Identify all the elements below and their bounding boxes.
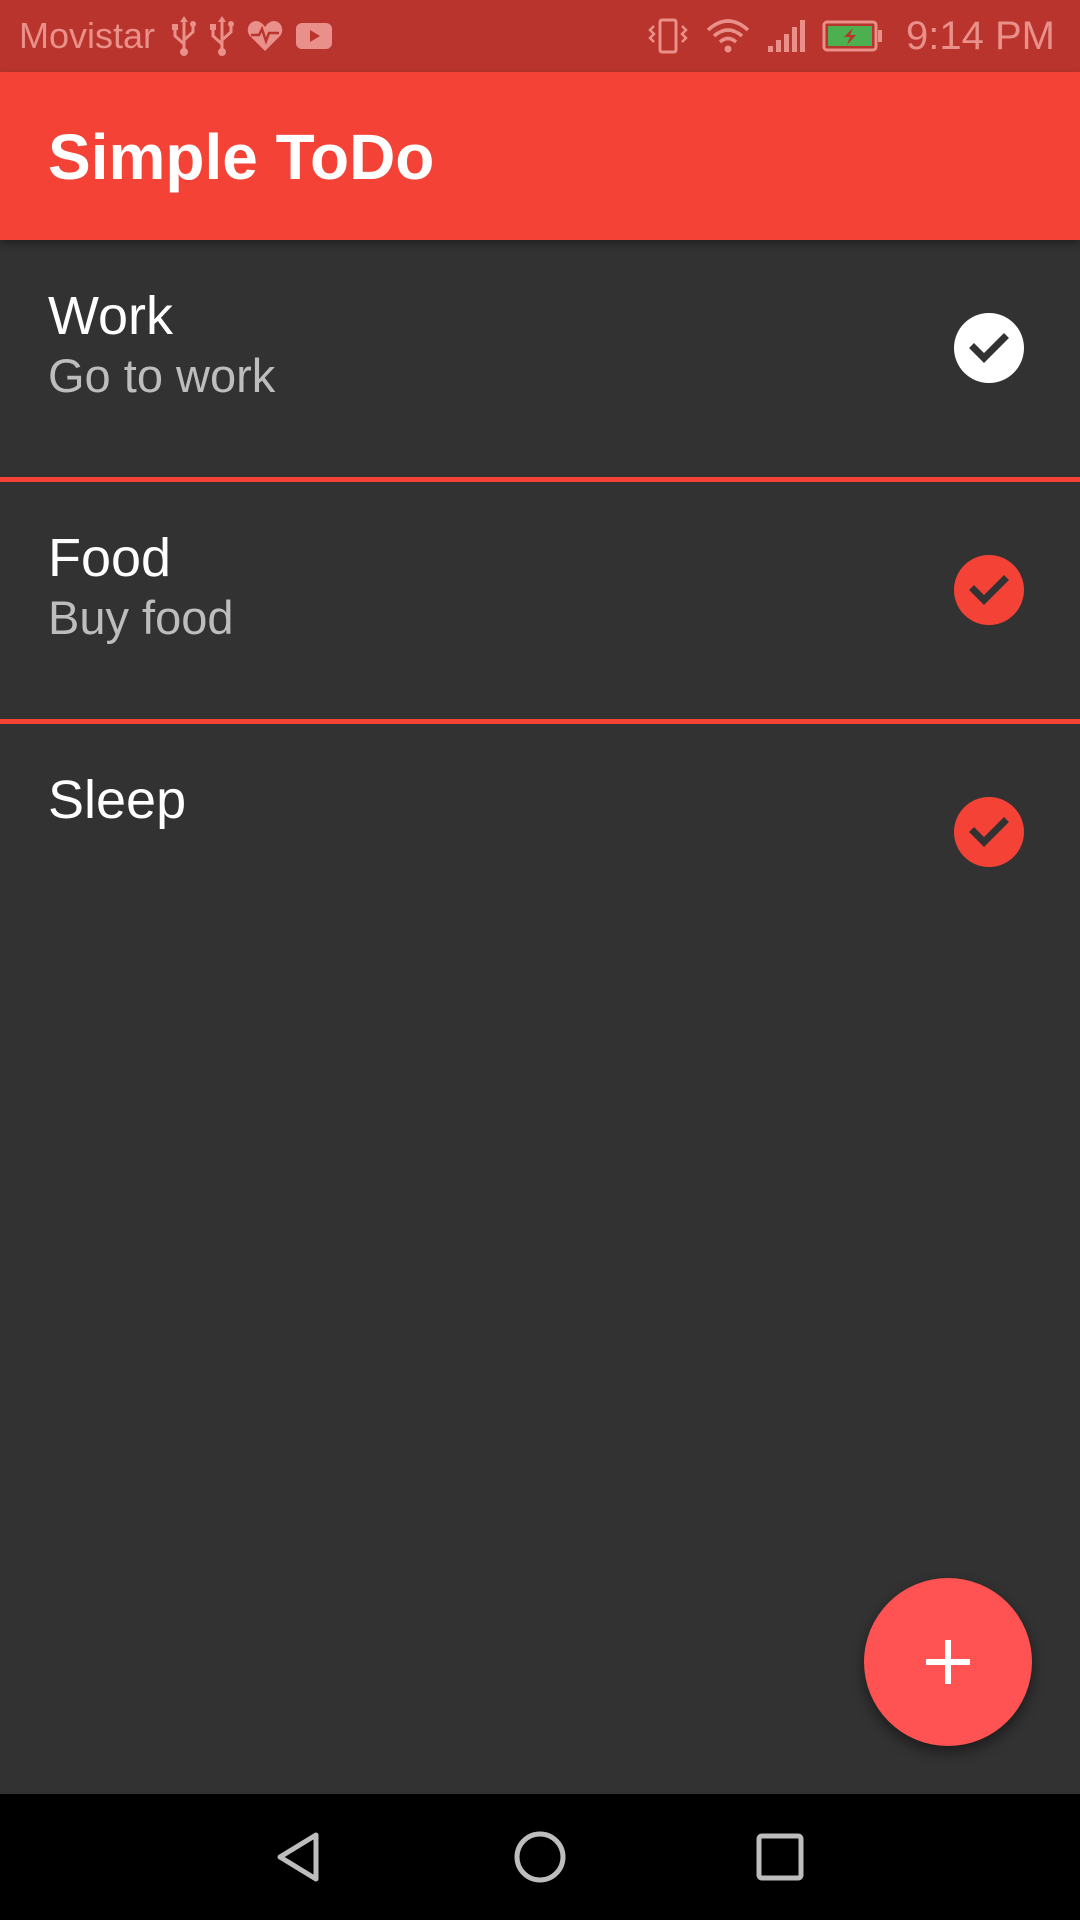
home-icon — [514, 1831, 566, 1883]
check-button[interactable] — [954, 313, 1024, 383]
carrier-label: Movistar — [19, 15, 156, 56]
status-right: 9:14 PM — [646, 0, 1055, 72]
youtube-icon — [295, 21, 333, 51]
heart-rate-icon — [247, 20, 283, 52]
clock: 9:14 PM — [906, 13, 1055, 58]
todo-description: Go to work — [48, 349, 276, 402]
todo-item-sleep[interactable]: Sleep — [0, 724, 1080, 961]
check-icon — [969, 575, 1009, 605]
check-button[interactable] — [954, 797, 1024, 867]
plus-icon — [926, 1640, 970, 1684]
status-bar: Movistar 9:14 PM — [0, 0, 1080, 72]
back-button[interactable] — [260, 1817, 340, 1897]
add-todo-button[interactable] — [864, 1578, 1032, 1746]
vibrate-icon — [646, 18, 690, 54]
usb-icon — [171, 16, 197, 56]
home-button[interactable] — [500, 1817, 580, 1897]
todo-title: Work — [48, 286, 174, 346]
status-left: Movistar — [19, 0, 333, 72]
signal-icon — [766, 18, 806, 54]
wifi-icon — [706, 18, 750, 54]
nav-bar — [0, 1794, 1080, 1920]
app-bar: Simple ToDo — [0, 72, 1080, 240]
recents-button[interactable] — [740, 1817, 820, 1897]
todo-title: Sleep — [48, 770, 187, 830]
todo-title: Food — [48, 528, 172, 588]
todo-item-work[interactable]: Work Go to work — [0, 240, 1080, 477]
todo-description: Buy food — [48, 591, 234, 644]
app-title: Simple ToDo — [48, 121, 435, 193]
back-icon — [277, 1832, 319, 1882]
battery-charging-icon — [822, 19, 884, 53]
todo-list: Work Go to work Food Buy food Sleep — [0, 240, 1080, 961]
check-icon — [969, 333, 1009, 363]
screen: Movistar 9:14 PM Simple ToDo Work Go to … — [0, 0, 1080, 1920]
check-icon — [969, 817, 1009, 847]
check-button[interactable] — [954, 555, 1024, 625]
todo-item-food[interactable]: Food Buy food — [0, 482, 1080, 719]
usb-icon — [209, 16, 235, 56]
recents-icon — [756, 1833, 804, 1881]
